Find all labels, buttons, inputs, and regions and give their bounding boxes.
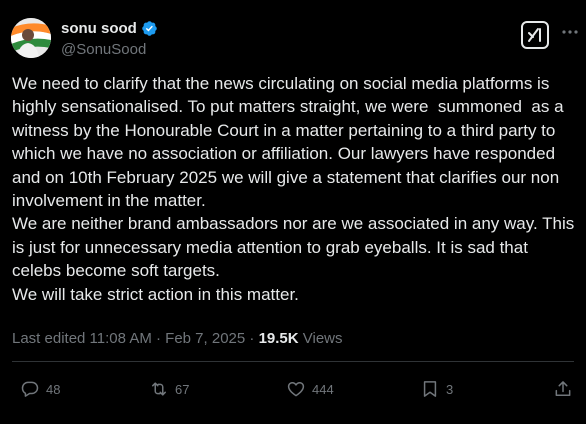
- more-button[interactable]: [560, 22, 580, 42]
- tweet-text: We need to clarify that the news circula…: [12, 74, 575, 304]
- grok-icon: [528, 28, 541, 42]
- bookmark-button[interactable]: 3: [420, 379, 453, 399]
- edited-label[interactable]: Last edited 11:08 AM: [12, 330, 152, 347]
- like-count: 444: [312, 381, 334, 397]
- share-icon: [555, 381, 571, 396]
- reply-button[interactable]: 48: [20, 379, 60, 399]
- bookmark-icon: [423, 381, 437, 397]
- views-count: 19.5K: [258, 330, 299, 347]
- avatar[interactable]: [11, 18, 51, 58]
- author-display-name[interactable]: sonu sood: [61, 20, 137, 37]
- views-label: Views: [298, 330, 343, 347]
- meta-separator: ·: [151, 330, 166, 347]
- reply-count: 48: [46, 381, 61, 397]
- repost-count: 67: [175, 381, 190, 397]
- tweet-date[interactable]: Feb 7, 2025: [165, 330, 245, 347]
- meta-separator: ·: [245, 330, 259, 347]
- tweet-meta: Last edited 11:08 AM · Feb 7, 2025 · 19.…: [12, 330, 343, 347]
- reply-icon: [21, 381, 39, 397]
- heart-icon: [287, 382, 305, 397]
- bookmark-count: 3: [446, 381, 454, 397]
- verified-badge-icon: [141, 20, 158, 37]
- like-button[interactable]: 444: [286, 379, 334, 399]
- share-button[interactable]: [553, 379, 573, 399]
- more-icon: [562, 30, 578, 34]
- grok-button[interactable]: [521, 21, 549, 49]
- repost-button[interactable]: 67: [149, 379, 189, 399]
- author-handle[interactable]: @SonuSood: [61, 41, 146, 58]
- avatar-image: [11, 18, 51, 58]
- divider: [12, 361, 574, 362]
- repost-icon: [152, 382, 166, 396]
